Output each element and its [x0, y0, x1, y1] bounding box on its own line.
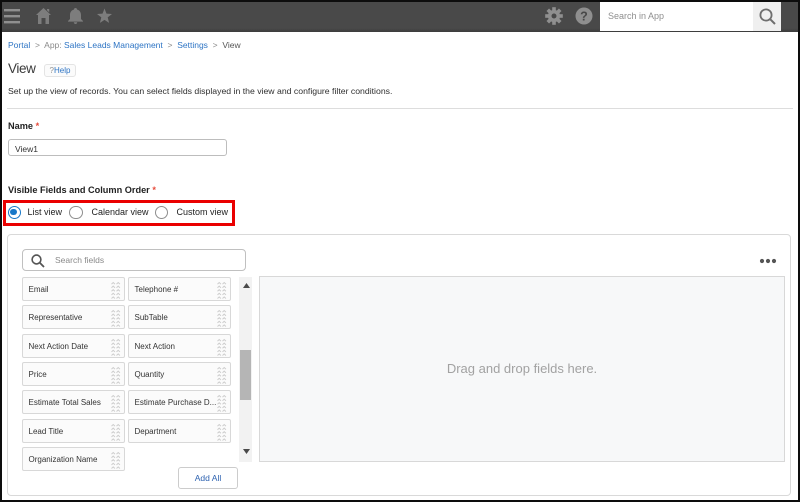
svg-text:?: ?: [580, 10, 588, 24]
